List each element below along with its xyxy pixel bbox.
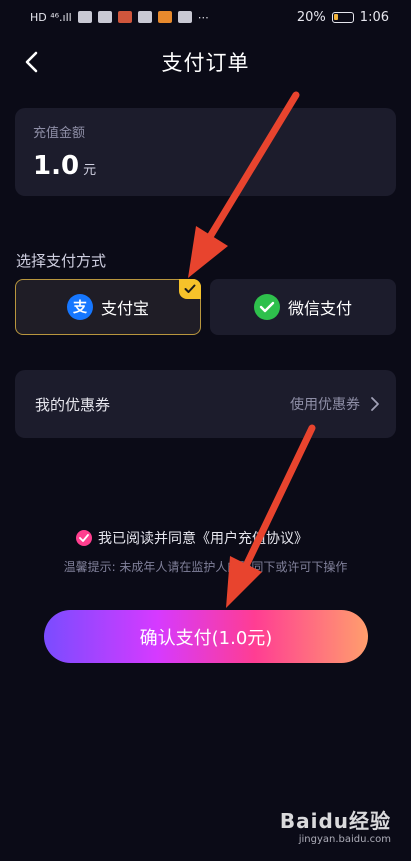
- watermark-url: jingyan.baidu.com: [298, 834, 391, 845]
- header: 支付订单: [0, 40, 411, 84]
- minor-warning-tip: 温馨提示: 未成年人请在监护人的陪同下或许可下操作: [63, 560, 348, 574]
- coupon-title: 我的优惠券: [35, 395, 111, 414]
- more-notifications-icon: ⋯: [197, 10, 209, 24]
- status-bar: HD ⁴⁶.ıll ⋯ 20% 1:06: [0, 0, 411, 34]
- chevron-left-icon: [25, 51, 38, 73]
- alipay-option[interactable]: 支 支付宝: [15, 279, 201, 335]
- back-button[interactable]: [18, 48, 46, 76]
- amount-row: 1.0 元: [33, 151, 378, 181]
- shield-icon: [137, 11, 152, 23]
- payment-section-label: 选择支付方式: [16, 252, 107, 270]
- status-icons: HD ⁴⁶.ıll ⋯: [30, 11, 209, 24]
- wechat-icon: [253, 294, 280, 320]
- status-right: 20% 1:06: [297, 10, 389, 25]
- amount-value: 1.0: [33, 151, 80, 181]
- alipay-icon: 支: [66, 294, 93, 320]
- confirm-payment-button[interactable]: 确认支付(1.0元): [44, 610, 368, 663]
- wechat-pay-label: 微信支付: [287, 299, 352, 318]
- annotation-arrow: [226, 424, 316, 608]
- alipay-label: 支付宝: [100, 299, 149, 318]
- amount-card: 充值金额 1.0 元: [15, 108, 396, 196]
- app-notification-icon: [97, 11, 112, 23]
- clock: 1:06: [359, 9, 389, 25]
- agreement-check-icon[interactable]: [76, 530, 92, 546]
- app-notification-icon: [157, 11, 172, 23]
- baidu-jingyan-watermark: Baidu经验 jingyan.baidu.com: [280, 805, 391, 845]
- selected-check-icon: [179, 279, 201, 299]
- amount-label: 充值金额: [33, 126, 86, 141]
- amount-unit: 元: [83, 163, 97, 178]
- coupon-action-group: 使用优惠券: [290, 394, 380, 414]
- wechat-pay-option[interactable]: 微信支付: [210, 279, 396, 335]
- app-notification-icon: [117, 11, 132, 23]
- battery-percent: 20%: [296, 9, 326, 25]
- use-coupon-link: 使用优惠券: [290, 397, 360, 413]
- chevron-right-icon: [371, 397, 379, 411]
- page-title: 支付订单: [161, 51, 250, 75]
- watermark-logo: Baidu经验: [279, 809, 391, 833]
- wifi-icon: [77, 11, 92, 23]
- agreement-text[interactable]: 我已阅读并同意《用户充值协议》: [98, 528, 308, 548]
- signal-text: HD ⁴⁶.ıll: [30, 10, 72, 24]
- agreement-toggle[interactable]: 我已阅读并同意《用户充值协议》: [76, 528, 308, 548]
- battery-icon: [331, 11, 354, 23]
- app-notification-icon: [177, 11, 192, 23]
- coupon-row[interactable]: 我的优惠券 使用优惠券: [15, 370, 396, 438]
